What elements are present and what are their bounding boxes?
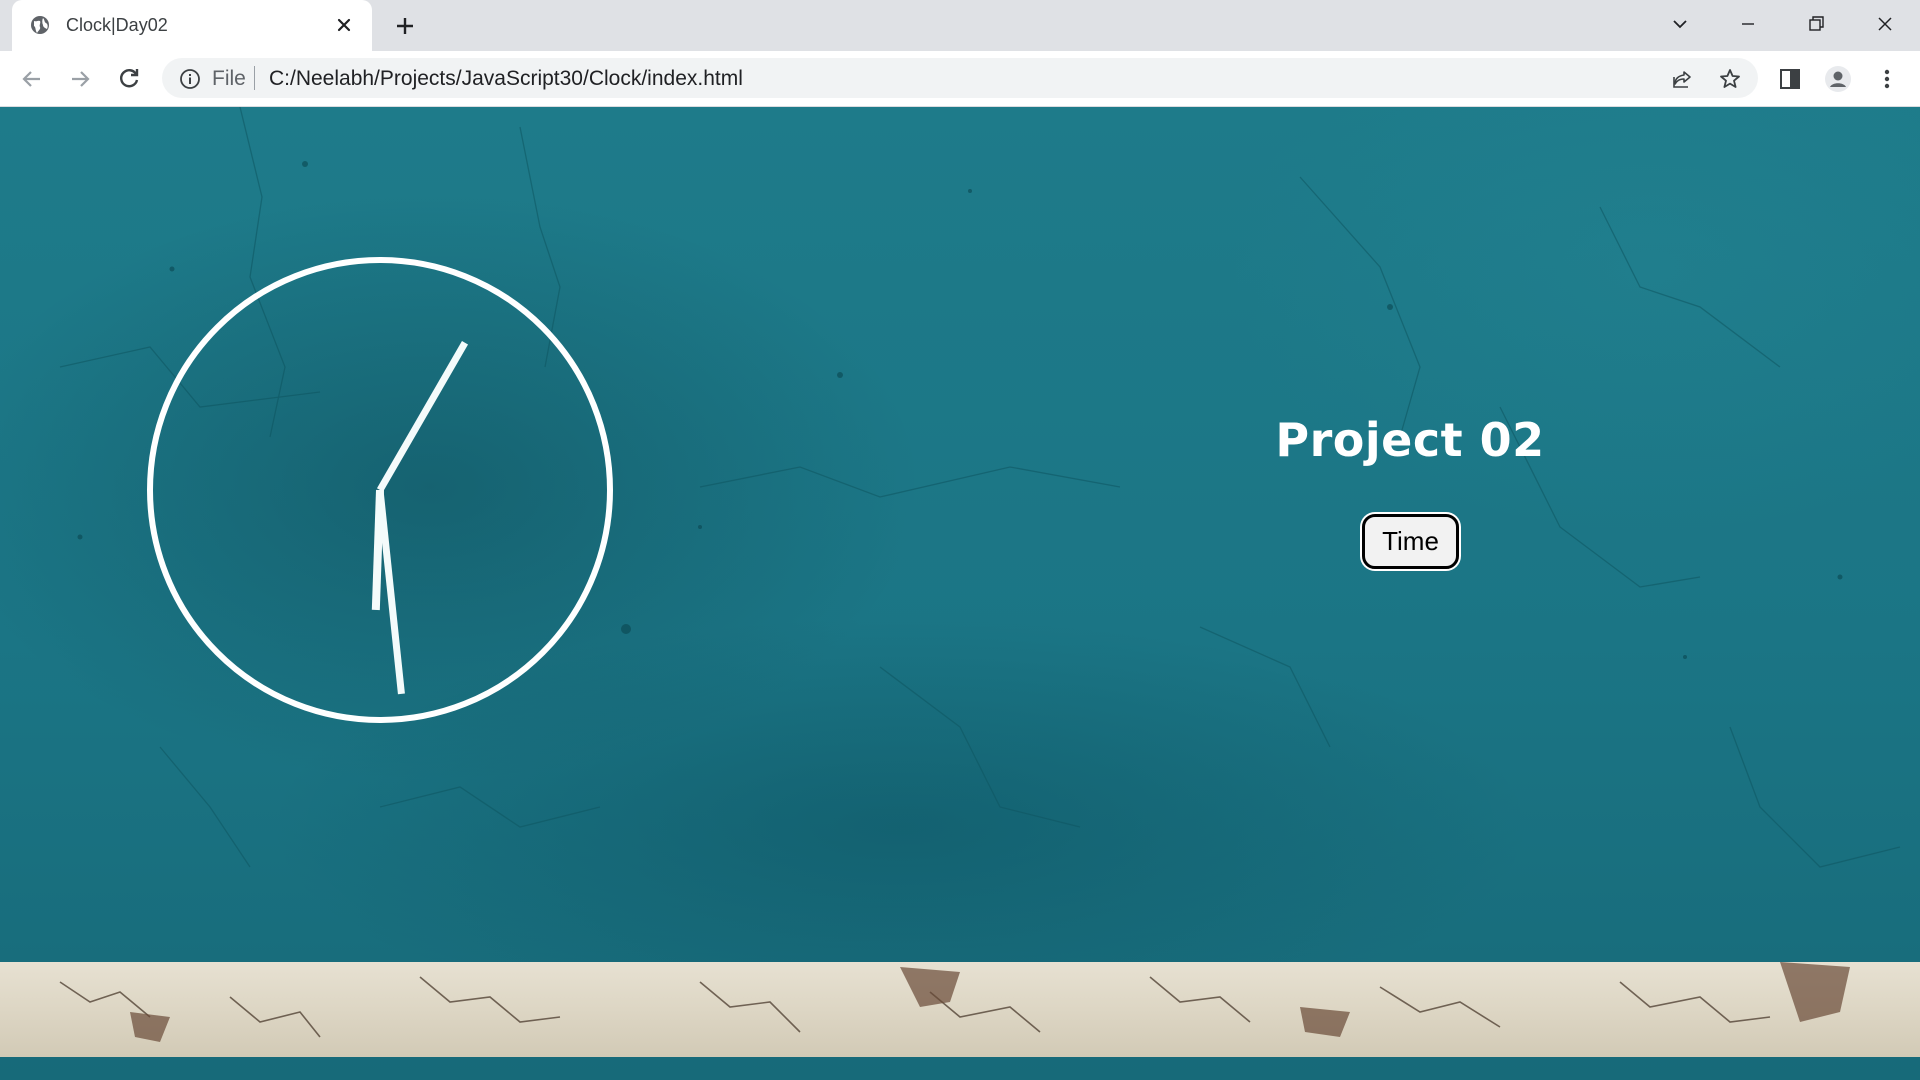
page-viewport: Project 02 Time [0, 107, 1920, 1080]
project-title: Project 02 [1275, 413, 1545, 467]
globe-icon [31, 16, 49, 34]
minimize-icon[interactable] [1735, 11, 1761, 37]
info-icon[interactable] [179, 68, 201, 90]
back-arrow-icon[interactable] [18, 65, 46, 93]
new-tab-plus-icon[interactable] [393, 14, 417, 38]
second-hand [376, 341, 469, 492]
forward-arrow-icon[interactable] [66, 65, 94, 93]
browser-toolbar: File C:/Neelabh/Projects/JavaScript30/Cl… [0, 51, 1920, 107]
minute-hand [376, 489, 405, 695]
url-scheme-label: File [212, 67, 246, 90]
stripe-cracks-texture [59, 962, 1850, 1042]
tab-strip: Clock|Day02 [0, 0, 1920, 51]
browser-tab[interactable]: Clock|Day02 [12, 0, 372, 51]
side-panel-icon[interactable] [1776, 65, 1804, 93]
bookmark-star-icon[interactable] [1718, 67, 1742, 91]
tab-search-chevron-icon[interactable] [1667, 11, 1693, 37]
close-tab-icon[interactable] [334, 15, 354, 35]
tab-title: Clock|Day02 [66, 15, 168, 35]
more-menu-icon[interactable] [1873, 65, 1901, 93]
url-text[interactable]: C:/Neelabh/Projects/JavaScript30/Clock/i… [269, 67, 743, 91]
address-bar[interactable]: File C:/Neelabh/Projects/JavaScript30/Cl… [162, 58, 1758, 98]
analog-clock [147, 257, 613, 723]
url-separator [254, 66, 255, 90]
share-icon[interactable] [1670, 67, 1694, 91]
time-button[interactable]: Time [1362, 514, 1459, 569]
reload-icon[interactable] [115, 65, 143, 93]
profile-avatar-icon[interactable] [1824, 65, 1852, 93]
restore-icon[interactable] [1803, 11, 1829, 37]
close-window-icon[interactable] [1872, 11, 1898, 37]
